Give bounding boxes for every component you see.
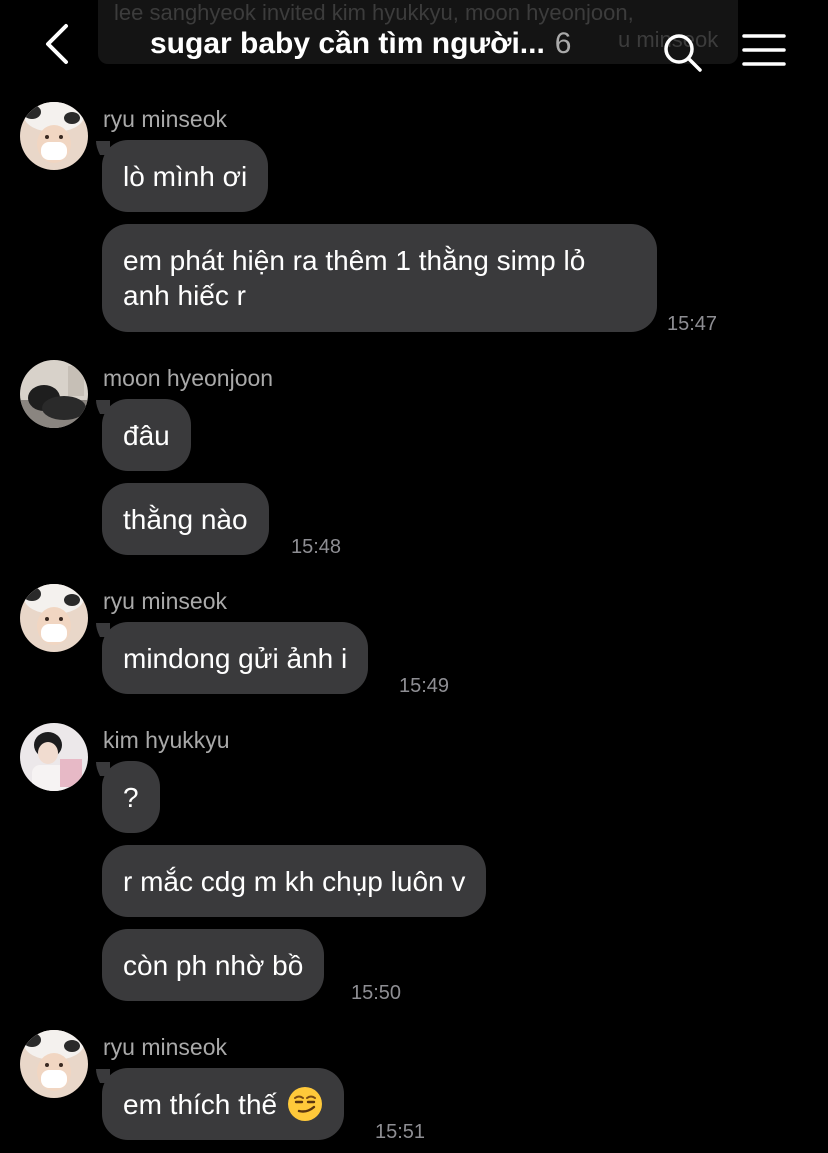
message-timestamp: 15:50 [351,982,402,1004]
avatar-kim-hyukkyu[interactable] [20,723,88,791]
message-timestamp: 15:51 [375,1121,426,1143]
avatar-image [20,1030,88,1098]
message-bubble[interactable]: mindong gửi ảnh i [102,622,369,694]
sender-name: moon hyeonjoon [103,365,274,391]
message-bubble[interactable]: lò mình ơi [102,140,269,212]
system-message-line-1: lee sanghyeok invited kim hyukkyu, moon … [114,0,634,25]
avatar-image [20,360,88,428]
message-bubble[interactable]: ? [102,761,160,833]
search-icon [664,34,702,72]
message-bubble[interactable]: đâu [102,399,191,471]
avatar-image [20,723,88,791]
member-count: 6 [554,27,572,60]
group-name: sugar baby cần tìm người... [150,27,545,60]
smirking-face-emoji-icon [288,1087,323,1121]
message-timestamp: 15:48 [291,536,342,558]
avatar-ryu-minseok[interactable] [20,1030,88,1098]
menu-button[interactable] [740,30,788,70]
message-timestamp: 15:47 [667,313,718,335]
back-button[interactable] [36,22,80,66]
avatar-image [20,584,88,652]
hamburger-menu-icon [742,34,786,66]
search-button[interactable] [660,30,704,74]
message-bubble[interactable]: r mắc cdg m kh chụp luôn v [102,845,487,917]
sender-name: ryu minseok [103,106,227,132]
sender-name: kim hyukkyu [103,727,230,753]
message-bubble[interactable]: còn ph nhờ bồ [102,929,325,1001]
sender-name: ryu minseok [103,1034,227,1060]
chat-header: lee sanghyeok invited kim hyukkyu, moon … [0,0,828,96]
message-bubble[interactable]: em phát hiện ra thêm 1 thằng simp lỏ anh… [102,224,657,332]
message-text: em thích thế [123,1088,278,1120]
message-bubble[interactable]: em thích thế [102,1068,345,1140]
avatar-image [20,102,88,170]
message-bubble[interactable]: thằng nào [102,483,269,555]
message-timestamp: 15:49 [399,675,450,697]
avatar-ryu-minseok[interactable] [20,584,88,652]
chat-title[interactable]: sugar baby cần tìm người... 6 [150,24,571,64]
avatar-moon-hyeonjoon[interactable] [20,360,88,428]
sender-name: ryu minseok [103,588,227,614]
avatar-ryu-minseok[interactable] [20,102,88,170]
chevron-left-icon [46,24,68,64]
